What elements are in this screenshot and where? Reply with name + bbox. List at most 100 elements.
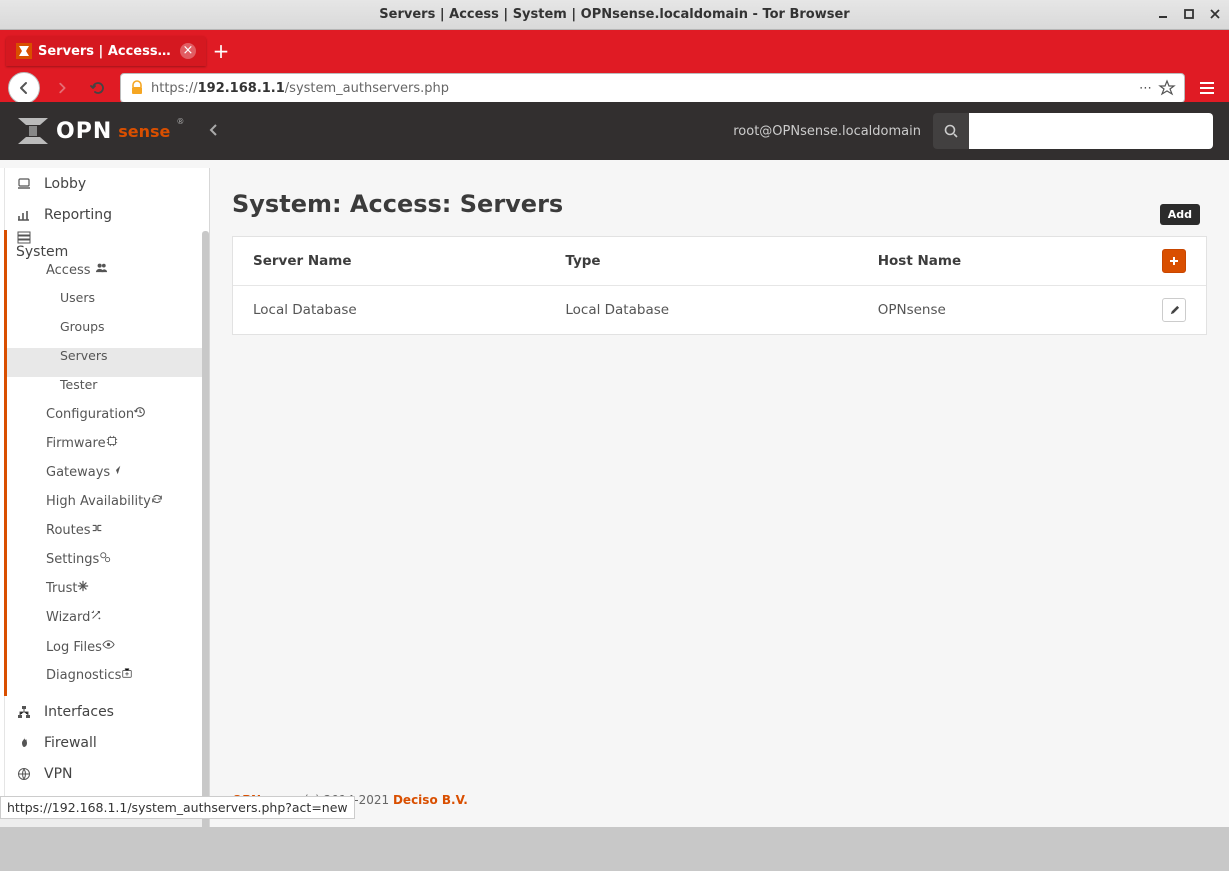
globe-icon	[16, 767, 32, 781]
servers-panel: Server Name Type Host Name Add Local	[232, 236, 1207, 335]
sidebar-item-vpn[interactable]: VPN	[4, 758, 209, 789]
col-server-name: Server Name	[233, 237, 545, 286]
edit-server-button[interactable]	[1162, 298, 1186, 322]
nav-label: Firmware	[46, 436, 106, 451]
nav-label: Settings	[46, 552, 99, 567]
search-icon	[944, 124, 958, 138]
nav-label: Routes	[46, 523, 91, 538]
sidebar-item-interfaces[interactable]: Interfaces	[4, 696, 209, 727]
nav-label: Gateways	[46, 465, 110, 480]
nav-label: High Availability	[46, 494, 151, 509]
sidebar-item-system[interactable]: System	[4, 230, 209, 261]
browser-tabstrip: Servers | Access | Syste × +	[0, 30, 1229, 66]
servers-table: Server Name Type Host Name Add Local	[233, 237, 1206, 334]
browser-forward-button[interactable]	[48, 74, 76, 102]
sidebar-item-firmware[interactable]: Firmware	[4, 435, 209, 464]
nav-label: Servers	[60, 348, 108, 363]
bookmark-icon[interactable]	[1158, 79, 1176, 97]
lock-icon	[129, 80, 145, 96]
asterisk-icon	[77, 581, 89, 595]
browser-back-button[interactable]	[8, 72, 40, 104]
browser-url-bar[interactable]: https://192.168.1.1/system_authservers.p…	[120, 73, 1185, 103]
location-icon	[110, 465, 122, 479]
sidebar-item-routes[interactable]: Routes	[4, 522, 209, 551]
sidebar-item-logfiles[interactable]: Log Files	[4, 638, 209, 667]
medkit-icon	[121, 668, 133, 682]
add-server-button[interactable]	[1162, 249, 1186, 273]
page-title: System: Access: Servers	[232, 190, 1207, 218]
browser-reload-button[interactable]	[84, 74, 112, 102]
sidebar-item-trust[interactable]: Trust	[4, 580, 209, 609]
fire-icon	[16, 736, 32, 750]
brand-logo[interactable]: OPNsense®	[16, 116, 184, 146]
sidebar-item-ha[interactable]: High Availability	[4, 493, 209, 522]
window-titlebar: Servers | Access | System | OPNsense.loc…	[0, 0, 1229, 30]
plus-icon	[1168, 255, 1180, 267]
server-icon	[16, 230, 32, 244]
app-topbar: OPNsense® root@OPNsense.localdomain	[0, 102, 1229, 160]
magic-icon	[90, 610, 102, 624]
search-button[interactable]	[933, 113, 969, 149]
users-icon	[95, 263, 108, 277]
user-label[interactable]: root@OPNsense.localdomain	[733, 124, 921, 139]
sidebar-item-diagnostics[interactable]: Diagnostics	[4, 667, 209, 696]
main-content: System: Access: Servers Server Name Type…	[210, 168, 1229, 827]
laptop-icon	[16, 177, 32, 191]
page-actions-icon[interactable]: ⋯	[1139, 81, 1152, 96]
sidebar-collapse-button[interactable]	[208, 122, 218, 141]
cell-type: Local Database	[545, 286, 857, 335]
sidebar-scrollbar[interactable]	[202, 231, 209, 871]
nav-label: Users	[60, 290, 95, 305]
browser-menu-button[interactable]	[1193, 74, 1221, 102]
nav-label: Reporting	[44, 207, 112, 223]
new-tab-button[interactable]: +	[206, 36, 236, 66]
cogs-icon	[99, 552, 111, 566]
window-title: Servers | Access | System | OPNsense.loc…	[0, 7, 1229, 22]
nav-label: Tester	[60, 377, 97, 392]
nav-label: Firewall	[44, 735, 97, 751]
nav-label: Groups	[60, 319, 105, 334]
chip-icon	[106, 436, 118, 450]
sidebar-item-reporting[interactable]: Reporting	[4, 199, 209, 230]
sidebar-item-lobby[interactable]: Lobby	[4, 168, 209, 199]
sidebar-item-configuration[interactable]: Configuration	[4, 406, 209, 435]
add-tooltip: Add	[1160, 204, 1200, 225]
sidebar-item-users[interactable]: Users	[4, 290, 209, 319]
chart-icon	[16, 208, 32, 222]
sidebar-item-groups[interactable]: Groups	[4, 319, 209, 348]
table-row: Local Database Local Database OPNsense	[233, 286, 1206, 335]
window-minimize-button[interactable]	[1155, 6, 1171, 22]
sidebar-item-access[interactable]: Access	[4, 261, 209, 290]
url-text: https://192.168.1.1/system_authservers.p…	[151, 81, 1133, 96]
browser-statusbar: https://192.168.1.1/system_authservers.p…	[0, 796, 355, 819]
browser-tab[interactable]: Servers | Access | Syste ×	[6, 36, 206, 66]
sidebar-item-servers[interactable]: Servers	[4, 348, 209, 377]
sitemap-icon	[16, 705, 32, 719]
brand-mark-icon	[16, 116, 50, 146]
routes-icon	[91, 523, 103, 537]
history-icon	[134, 407, 146, 421]
sidebar-item-firewall[interactable]: Firewall	[4, 727, 209, 758]
tab-label: Servers | Access | Syste	[38, 44, 174, 59]
nav-label: Interfaces	[44, 704, 114, 720]
window-close-button[interactable]	[1207, 6, 1223, 22]
refresh-icon	[151, 494, 163, 508]
sidebar-item-settings[interactable]: Settings	[4, 551, 209, 580]
nav-label: Wizard	[46, 610, 90, 625]
sidebar-item-wizard[interactable]: Wizard	[4, 609, 209, 638]
sidebar-item-gateways[interactable]: Gateways	[4, 464, 209, 493]
window-maximize-button[interactable]	[1181, 6, 1197, 22]
nav-label: System	[16, 244, 68, 260]
nav-label: Diagnostics	[46, 668, 121, 683]
tab-close-button[interactable]: ×	[180, 43, 196, 59]
opnsense-favicon	[16, 43, 32, 59]
cell-host-name: OPNsense	[858, 286, 1126, 335]
sidebar-item-tester[interactable]: Tester	[4, 377, 209, 406]
col-host-name: Host Name	[858, 237, 1126, 286]
nav-label: Access	[46, 263, 91, 278]
search-input[interactable]	[969, 113, 1213, 149]
nav-label: Lobby	[44, 176, 86, 192]
nav-label: Configuration	[46, 407, 134, 422]
sidebar-nav: Lobby Reporting System Access	[4, 168, 209, 789]
footer-company-link[interactable]: Deciso B.V.	[393, 793, 468, 807]
